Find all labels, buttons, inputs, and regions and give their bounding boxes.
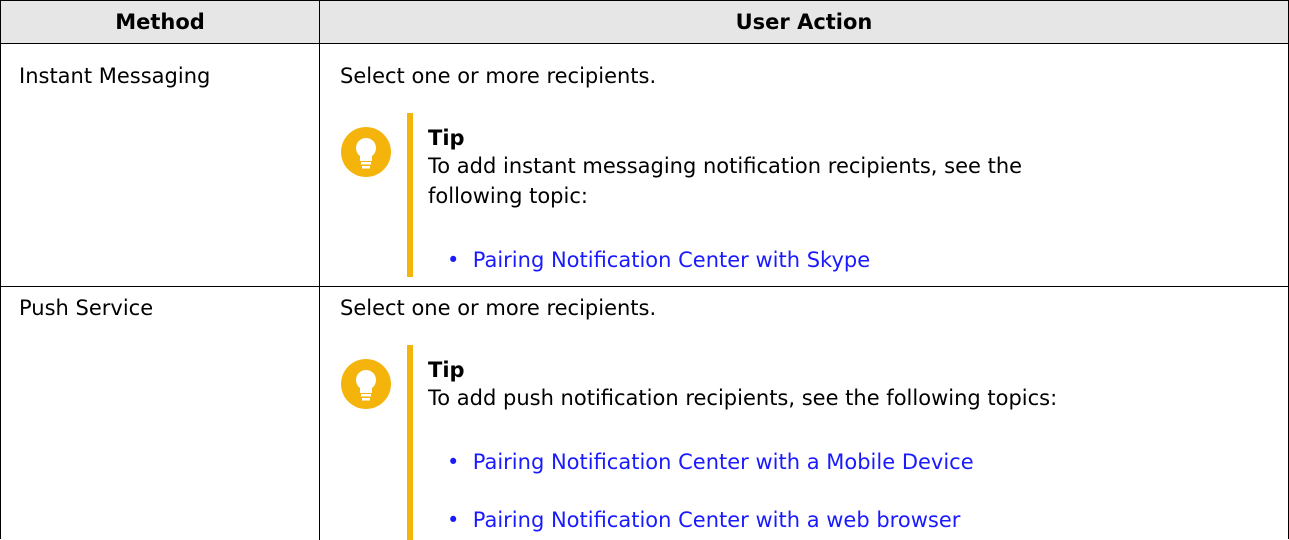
link-pairing-mobile[interactable]: Pairing Notification Center with a Mobil… (473, 450, 974, 474)
tip-accent-bar (407, 113, 413, 277)
link-pairing-browser[interactable]: Pairing Notification Center with a web b… (473, 508, 961, 532)
row-2-action: Select one or more recipients. (340, 296, 657, 320)
row-1-action: Select one or more recipients. (340, 64, 657, 88)
row-1-tip-title: Tip (428, 126, 465, 150)
row-1-tip-body: To add instant messaging notification re… (428, 154, 1023, 208)
header-method: Method (115, 10, 205, 34)
list-item: • Pairing Notification Center with a Mob… (447, 448, 974, 476)
row-2-method: Push Service (19, 296, 154, 320)
row-2-tip-title: Tip (428, 358, 465, 382)
row-1-method: Instant Messaging (19, 64, 211, 88)
list-item: • Pairing Notification Center with Skype (447, 246, 870, 274)
lightbulb-icon (341, 127, 391, 177)
tip-accent-bar (407, 345, 413, 540)
lightbulb-icon (341, 359, 391, 409)
bullet-dot: • (447, 508, 460, 532)
table-header-row: Method User Action (1, 1, 1288, 44)
header-user-action: User Action (735, 10, 873, 34)
user-action-table: Method User Action Instant Messaging Sel… (0, 0, 1289, 540)
bullet-dot: • (447, 450, 460, 474)
list-item: • Pairing Notification Center with a web… (447, 506, 960, 534)
column-divider (319, 1, 320, 540)
row-divider (1, 286, 1288, 287)
bullet-dot: • (447, 248, 460, 272)
row-2-tip-body: To add push notification recipients, see… (428, 386, 1058, 410)
link-pairing-skype[interactable]: Pairing Notification Center with Skype (473, 248, 870, 272)
